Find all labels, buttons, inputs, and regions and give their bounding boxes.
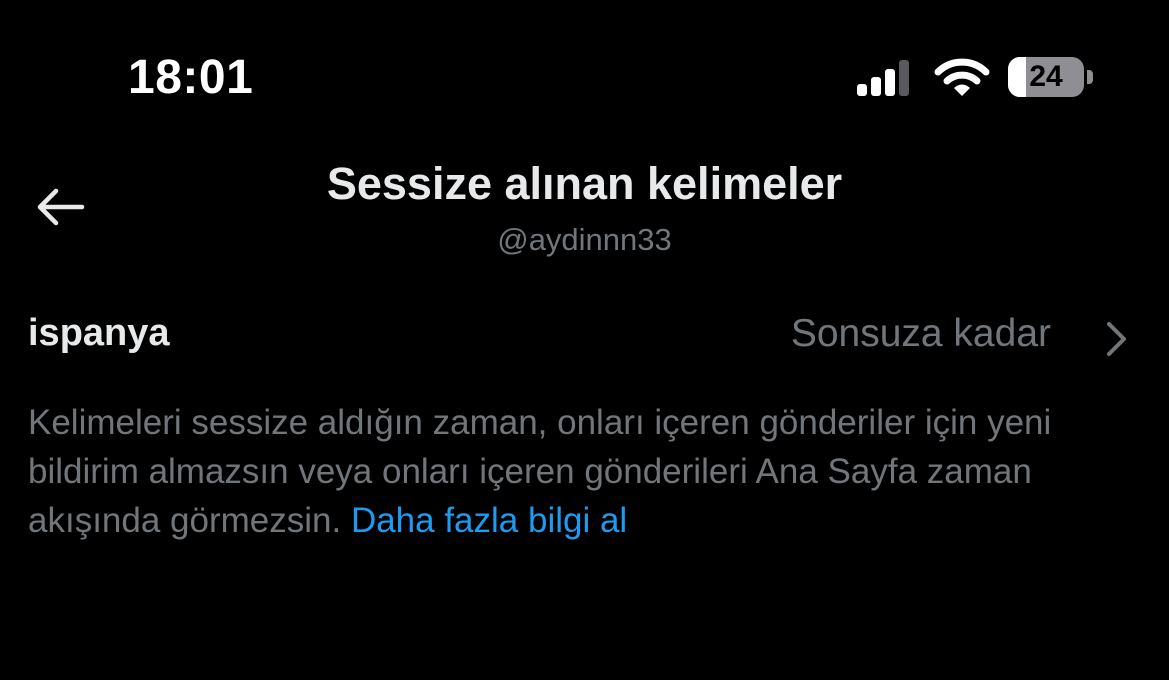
muted-word-label: ispanya xyxy=(28,312,170,354)
status-time: 18:01 xyxy=(128,51,254,104)
muted-words-screen: 18:01 24 Sessize alınan kelimeler @aydin… xyxy=(0,0,1169,680)
page-title: Sessize alınan kelimeler xyxy=(326,158,843,209)
battery-level-label: 24 xyxy=(1029,60,1063,93)
learn-more-link[interactable]: Daha fazla bilgi al xyxy=(351,501,627,540)
muted-word-row[interactable]: ispanya Sonsuza kadar xyxy=(0,300,1169,376)
chevron-right-icon xyxy=(1107,322,1126,356)
account-handle: @aydinnn33 xyxy=(497,222,672,257)
battery-icon: 24 xyxy=(1008,57,1094,99)
mute-duration-label: Sonsuza kadar xyxy=(790,312,1051,355)
muted-words-description: Kelimeleri sessize aldığın zaman, onları… xyxy=(28,398,1148,545)
wifi-icon xyxy=(934,58,990,96)
signal-icon xyxy=(857,60,909,96)
